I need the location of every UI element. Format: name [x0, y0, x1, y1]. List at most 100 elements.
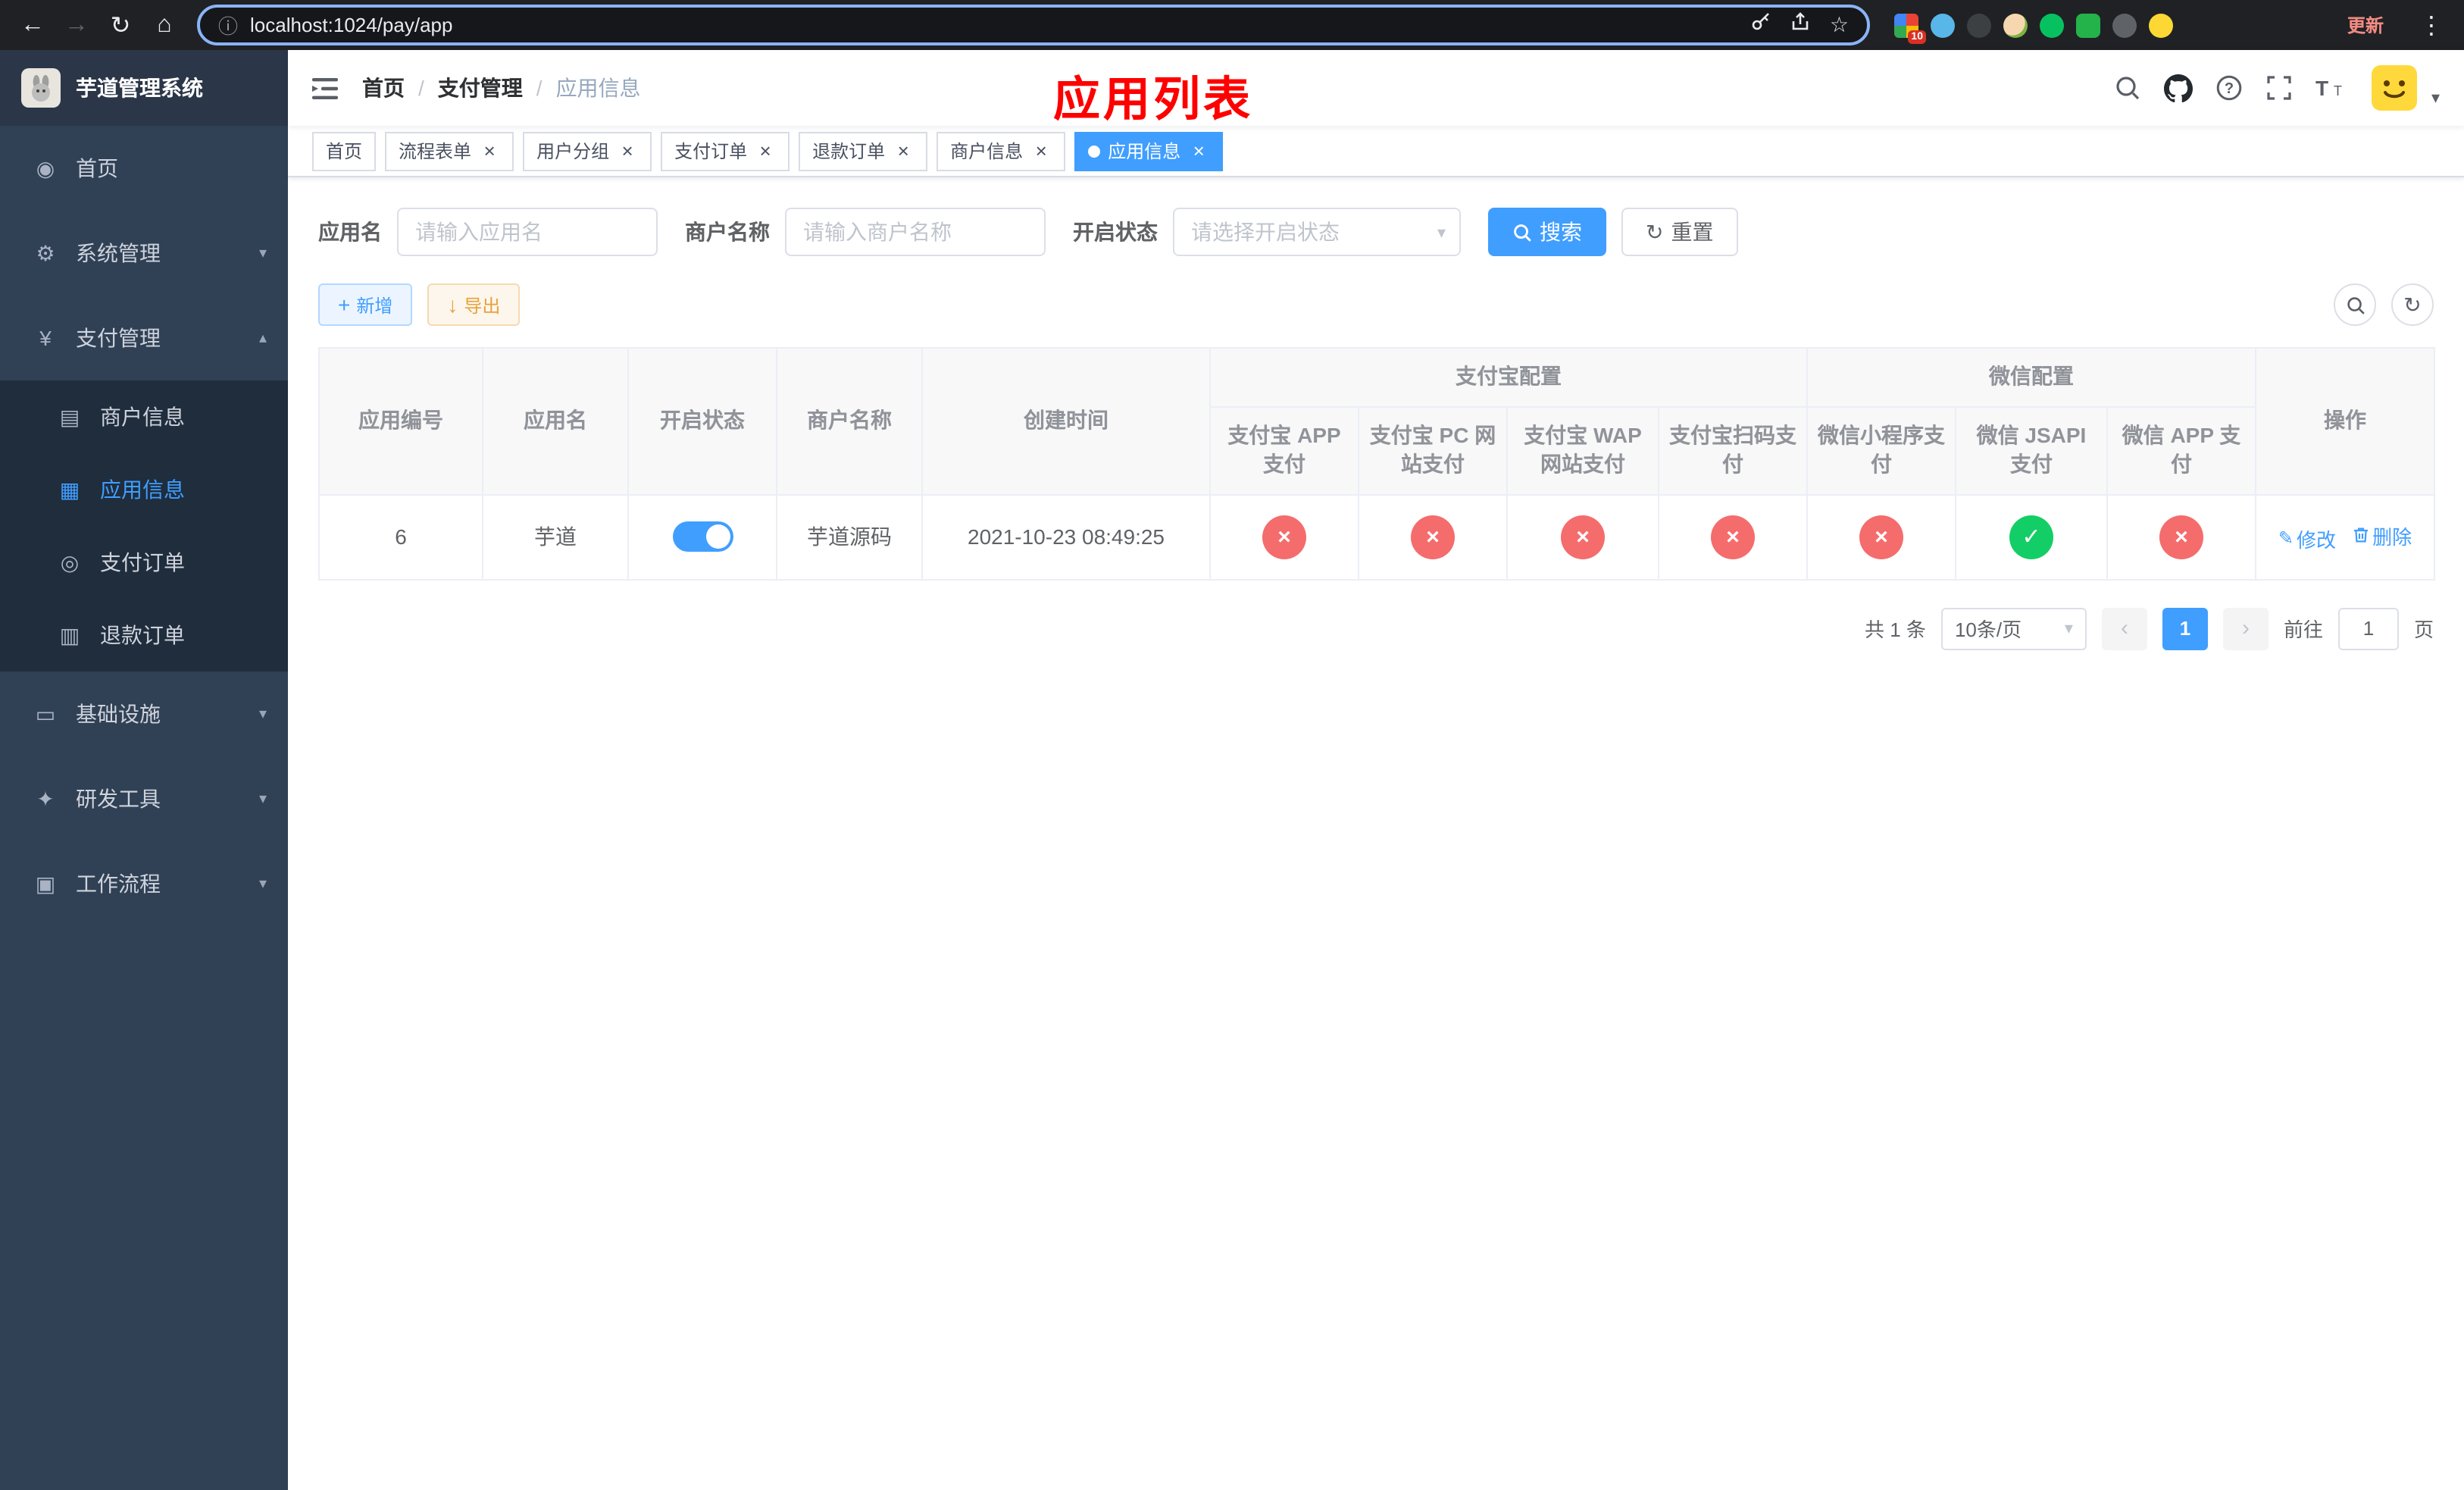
svg-text:?: ? [2225, 80, 2234, 97]
cell-status [627, 493, 777, 581]
browser-menu-icon[interactable]: ⋮ [2411, 5, 2452, 45]
breadcrumb-item-payment[interactable]: 支付管理 [438, 73, 523, 103]
close-icon[interactable]: × [755, 140, 776, 161]
tags-view-tab[interactable]: 支付订单 × [661, 131, 790, 171]
order-icon: ◎ [60, 549, 80, 574]
edit-link[interactable]: ✎ 修改 [2278, 524, 2336, 553]
extension-icon[interactable] [2149, 13, 2173, 37]
refresh-table-button[interactable]: ↻ [2391, 283, 2434, 326]
font-size-icon[interactable]: TT [2316, 76, 2350, 100]
delete-link[interactable]: 删除 [2351, 521, 2412, 550]
infra-icon: ▭ [35, 701, 56, 725]
status-select-placeholder: 请选择开启状态 [1191, 220, 1340, 244]
browser-home-icon[interactable]: ⌂ [144, 5, 185, 45]
password-key-icon[interactable] [1751, 11, 1772, 39]
sidebar-item-pay-order[interactable]: ◎ 支付订单 [0, 526, 288, 599]
fullscreen-icon[interactable] [2266, 74, 2294, 102]
status-toggle-on[interactable] [672, 521, 733, 552]
browser-forward-icon[interactable]: → [56, 5, 97, 45]
tab-label: 首页 [326, 141, 363, 162]
cross-circle-icon: × [1859, 515, 1903, 559]
hamburger-menu-icon[interactable] [312, 77, 338, 99]
sidebar-item-refund-order[interactable]: ▥ 退款订单 [0, 599, 288, 671]
add-button[interactable]: + 新增 [318, 283, 413, 326]
tags-view-tab[interactable]: 用户分组 × [523, 131, 652, 171]
user-menu-caret-icon[interactable]: ▾ [2431, 88, 2440, 111]
goto-page-input[interactable] [2337, 607, 2399, 650]
page-size-value: 10条/页 [1954, 618, 2022, 642]
merchant-name-label: 商户名称 [685, 220, 770, 244]
cell-app-name: 芋道 [482, 493, 629, 581]
status-select[interactable]: 请选择开启状态 ▾ [1173, 208, 1461, 256]
svg-text:T: T [2334, 83, 2343, 99]
sidebar-item-dev-tools[interactable]: ✦ 研发工具 ▾ [0, 756, 288, 841]
main-content: 首页 / 支付管理 / 应用信息 应用列表 ? TT ▾ 首页 流程表单 × 用… [288, 50, 2464, 1490]
tags-view-tab[interactable]: 商户信息 × [937, 131, 1066, 171]
breadcrumb-item-home[interactable]: 首页 [362, 73, 405, 103]
page-size-select[interactable]: 10条/页 ▾ [1940, 607, 2087, 650]
cell-created-at: 2021-10-23 08:49:25 [921, 493, 1211, 581]
search-button-label: 搜索 [1540, 220, 1582, 244]
goto-suffix-label: 页 [2413, 618, 2434, 642]
delete-icon [2351, 527, 2369, 545]
cross-circle-icon: × [1711, 515, 1755, 559]
tags-view-tab[interactable]: 流程表单 × [385, 131, 514, 171]
extension-icon[interactable] [2112, 13, 2137, 37]
export-button[interactable]: ↓ 导出 [427, 283, 521, 326]
address-bar[interactable]: ⓘ localhost:1024/pay/app ☆ [197, 5, 1870, 45]
site-info-icon[interactable]: ⓘ [218, 11, 238, 39]
extension-icon[interactable] [1931, 13, 1955, 37]
sidebar-item-system[interactable]: ⚙ 系统管理 ▾ [0, 211, 288, 296]
page-number-button[interactable]: 1 [2162, 607, 2208, 650]
close-icon[interactable]: × [479, 140, 500, 161]
sidebar-item-merchant-info[interactable]: ▤ 商户信息 [0, 380, 288, 453]
merchant-name-input[interactable] [785, 208, 1046, 256]
app-name-input[interactable] [397, 208, 658, 256]
prev-page-button[interactable]: ‹ [2101, 607, 2147, 650]
sidebar-item-payment[interactable]: ¥ 支付管理 ▴ [0, 296, 288, 380]
extension-icon[interactable] [2076, 13, 2100, 37]
extension-icon[interactable] [1967, 13, 1991, 37]
search-icon[interactable] [2115, 74, 2142, 102]
column-header: 应用编号 [318, 347, 483, 496]
plus-icon: + [338, 293, 351, 317]
reset-button[interactable]: ↻ 重置 [1621, 208, 1738, 256]
extension-badge: 10 [1908, 30, 1926, 43]
browser-reload-icon[interactable]: ↻ [100, 5, 141, 45]
chevron-down-icon: ▾ [258, 875, 267, 892]
browser-update-button[interactable]: 更新 [2332, 6, 2399, 44]
close-icon[interactable]: × [1188, 140, 1209, 161]
sidebar-item-infrastructure[interactable]: ▭ 基础设施 ▾ [0, 671, 288, 756]
tags-view-tab[interactable]: 应用信息 × [1074, 131, 1224, 171]
breadcrumb-item-current: 应用信息 [555, 76, 641, 100]
share-icon[interactable] [1790, 11, 1812, 39]
sidebar-item-home[interactable]: ◉ 首页 [0, 126, 288, 211]
user-avatar[interactable] [2372, 65, 2418, 111]
sidebar-item-label: 退款订单 [100, 623, 185, 647]
add-button-label: 新增 [356, 295, 393, 316]
github-icon[interactable] [2164, 74, 2194, 102]
tags-view-tab[interactable]: 退款订单 × [799, 131, 928, 171]
close-icon[interactable]: × [1030, 140, 1052, 161]
sidebar-item-workflow[interactable]: ▣ 工作流程 ▾ [0, 841, 288, 926]
search-button[interactable]: 搜索 [1488, 208, 1606, 256]
next-page-button[interactable]: › [2222, 607, 2269, 650]
bookmark-star-icon[interactable]: ☆ [1830, 12, 1849, 38]
sidebar-item-label: 基础设施 [76, 702, 161, 726]
logo-avatar [21, 68, 61, 108]
close-icon[interactable]: × [893, 140, 914, 161]
toggle-search-button[interactable] [2334, 283, 2376, 326]
extension-icon[interactable] [2003, 13, 2028, 37]
tab-label: 用户分组 [536, 141, 610, 162]
reset-button-label: 重置 [1671, 220, 1714, 244]
sidebar-item-app-info[interactable]: ▦ 应用信息 [0, 453, 288, 526]
help-icon[interactable]: ? [2216, 74, 2244, 102]
tags-view-tab[interactable]: 首页 [312, 131, 377, 171]
column-header: 商户名称 [776, 347, 923, 496]
browser-back-icon[interactable]: ← [12, 5, 53, 45]
extension-icon[interactable] [2040, 13, 2064, 37]
column-header: 操作 [2255, 347, 2435, 496]
close-icon[interactable]: × [617, 140, 638, 161]
extensions-grid-icon[interactable]: 10 [1894, 13, 1926, 43]
cell-config-status: ✓ [1955, 493, 2108, 581]
